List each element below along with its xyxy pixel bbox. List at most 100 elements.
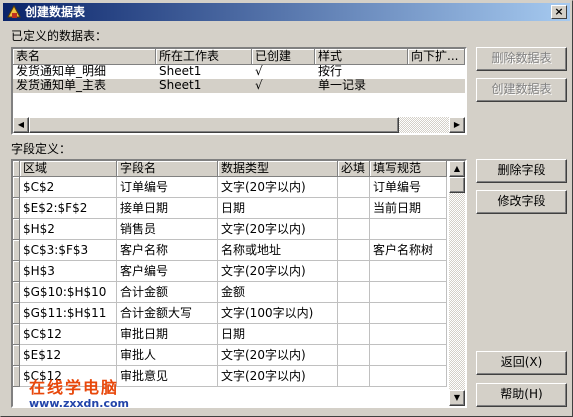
- table-cell: 发货通知单_主表: [16, 79, 107, 92]
- table-cell: $H$2: [20, 219, 117, 240]
- field-row[interactable]: $G$11:$H$11 合计金额大写 文字(100字以内): [13, 303, 447, 324]
- tables-hscrollbar[interactable]: ◀ ▶: [13, 117, 465, 133]
- table-row[interactable]: 发货通知单_主表 Sheet1 √ 单一记录: [13, 79, 465, 93]
- table-cell: [338, 345, 370, 366]
- delete-table-button[interactable]: 删除数据表: [476, 47, 567, 71]
- column-header[interactable]: 区域: [20, 161, 117, 177]
- table-cell: 文字(20字以内): [218, 261, 338, 282]
- field-row[interactable]: $C$2 订单编号 文字(20字以内) 订单编号: [13, 177, 447, 198]
- column-header[interactable]: 所在工作表: [156, 49, 252, 65]
- table-cell: 客户名称: [117, 240, 218, 261]
- table-cell: [338, 282, 370, 303]
- table-cell: [338, 219, 370, 240]
- row-header[interactable]: [13, 198, 20, 219]
- table-cell: 发货通知单_明细: [16, 65, 107, 78]
- tables-hscroll-thumb[interactable]: [29, 117, 399, 133]
- title-bar[interactable]: 创建数据表 ×: [3, 3, 570, 21]
- field-row[interactable]: $G$10:$H$10 合计金额 金额: [13, 282, 447, 303]
- table-cell: [370, 303, 447, 324]
- row-header[interactable]: [13, 240, 20, 261]
- field-row[interactable]: $C$3:$F$3 客户名称 名称或地址 客户名称树: [13, 240, 447, 261]
- column-header[interactable]: 向下扩...: [408, 49, 465, 65]
- table-cell: 金额: [218, 282, 338, 303]
- table-cell: 合计金额: [117, 282, 218, 303]
- app-icon: [7, 4, 21, 18]
- create-table-button[interactable]: 创建数据表: [476, 78, 567, 102]
- help-button[interactable]: 帮助(H): [476, 383, 567, 407]
- column-header[interactable]: 数据类型: [218, 161, 338, 177]
- table-cell: $C$3:$F$3: [20, 240, 117, 261]
- table-cell: $C$2: [20, 177, 117, 198]
- close-button[interactable]: ×: [551, 5, 567, 19]
- row-header[interactable]: [13, 345, 20, 366]
- table-cell: 合计金额大写: [117, 303, 218, 324]
- watermark: 在线学电脑 www.zxxdn.com: [29, 378, 129, 411]
- defined-tables-list[interactable]: 表名 所在工作表 已创建 样式 向下扩... 发货通知单_明细 Sheet1 √ 按行 发货通知单…: [11, 47, 467, 135]
- table-cell: 单一记录: [318, 79, 367, 92]
- table-cell: [338, 261, 370, 282]
- back-button[interactable]: 返回(X): [476, 351, 567, 375]
- table-cell: [370, 219, 447, 240]
- table-cell: $G$11:$H$11: [20, 303, 117, 324]
- scroll-down-icon[interactable]: ▼: [449, 390, 465, 406]
- field-row[interactable]: $H$3 客户编号 文字(20字以内): [13, 261, 447, 282]
- scroll-up-icon[interactable]: ▲: [449, 161, 465, 177]
- table-cell: [338, 177, 370, 198]
- column-header[interactable]: 填写规范: [370, 161, 447, 177]
- watermark-url: www.zxxdn.com: [29, 397, 129, 410]
- table-row[interactable]: 发货通知单_明细 Sheet1 √ 按行: [13, 65, 465, 79]
- table-cell: 订单编号: [370, 177, 447, 198]
- row-header[interactable]: [13, 366, 20, 387]
- table-cell: 按行: [318, 65, 343, 78]
- table-cell: [338, 303, 370, 324]
- row-header[interactable]: [13, 303, 20, 324]
- fields-vscroll-thumb[interactable]: [449, 177, 465, 193]
- watermark-title: 在线学电脑: [29, 378, 120, 397]
- table-cell: $C$12: [20, 324, 117, 345]
- table-cell: [338, 240, 370, 261]
- fields-list[interactable]: 区域 字段名 数据类型 必填 填写规范 $C$2 订单编号 文字(20字以内) 订单编号 $E$2…: [11, 159, 467, 408]
- table-cell: 文字(20字以内): [218, 366, 338, 387]
- column-header[interactable]: 字段名: [117, 161, 218, 177]
- row-header[interactable]: [13, 261, 20, 282]
- table-cell: 日期: [218, 324, 338, 345]
- corner-header: [13, 161, 20, 177]
- table-cell: 文字(100字以内): [218, 303, 338, 324]
- row-header[interactable]: [13, 324, 20, 345]
- scroll-left-icon[interactable]: ◀: [13, 117, 29, 133]
- defined-tables-label: 已定义的数据表：: [11, 29, 108, 43]
- table-cell: [370, 282, 447, 303]
- table-cell: Sheet1: [159, 65, 202, 78]
- column-header[interactable]: 已创建: [252, 49, 315, 65]
- dialog-window: 创建数据表 × 已定义的数据表： 表名 所在工作表 已创建 样式 向下扩... 发货通知单…: [0, 0, 573, 417]
- delete-field-button[interactable]: 删除字段: [476, 159, 567, 183]
- table-cell: 当前日期: [370, 198, 447, 219]
- table-cell: √: [255, 65, 263, 78]
- column-header[interactable]: 表名: [13, 49, 156, 65]
- row-header[interactable]: [13, 282, 20, 303]
- window-title: 创建数据表: [25, 5, 86, 19]
- scroll-right-icon[interactable]: ▶: [449, 117, 465, 133]
- table-cell: 销售员: [117, 219, 218, 240]
- table-cell: [408, 79, 465, 93]
- row-header[interactable]: [13, 177, 20, 198]
- table-cell: 审批意见: [117, 366, 218, 387]
- column-header[interactable]: 必填: [338, 161, 370, 177]
- field-row[interactable]: $H$2 销售员 文字(20字以内): [13, 219, 447, 240]
- table-cell: [370, 366, 447, 387]
- table-cell: [338, 324, 370, 345]
- field-row[interactable]: $E$2:$F$2 接单日期 日期 当前日期: [13, 198, 447, 219]
- field-row[interactable]: $C$12 审批日期 日期: [13, 324, 447, 345]
- table-cell: $E$2:$F$2: [20, 198, 117, 219]
- table-cell: 审批日期: [117, 324, 218, 345]
- table-cell: [370, 345, 447, 366]
- table-cell: 文字(20字以内): [218, 177, 338, 198]
- table-cell: 客户编号: [117, 261, 218, 282]
- table-cell: Sheet1: [159, 79, 202, 92]
- field-row[interactable]: $E$12 审批人 文字(20字以内): [13, 345, 447, 366]
- table-cell: 日期: [218, 198, 338, 219]
- row-header[interactable]: [13, 219, 20, 240]
- modify-field-button[interactable]: 修改字段: [476, 190, 567, 214]
- fields-vscrollbar[interactable]: ▲ ▼: [449, 161, 465, 406]
- column-header[interactable]: 样式: [315, 49, 408, 65]
